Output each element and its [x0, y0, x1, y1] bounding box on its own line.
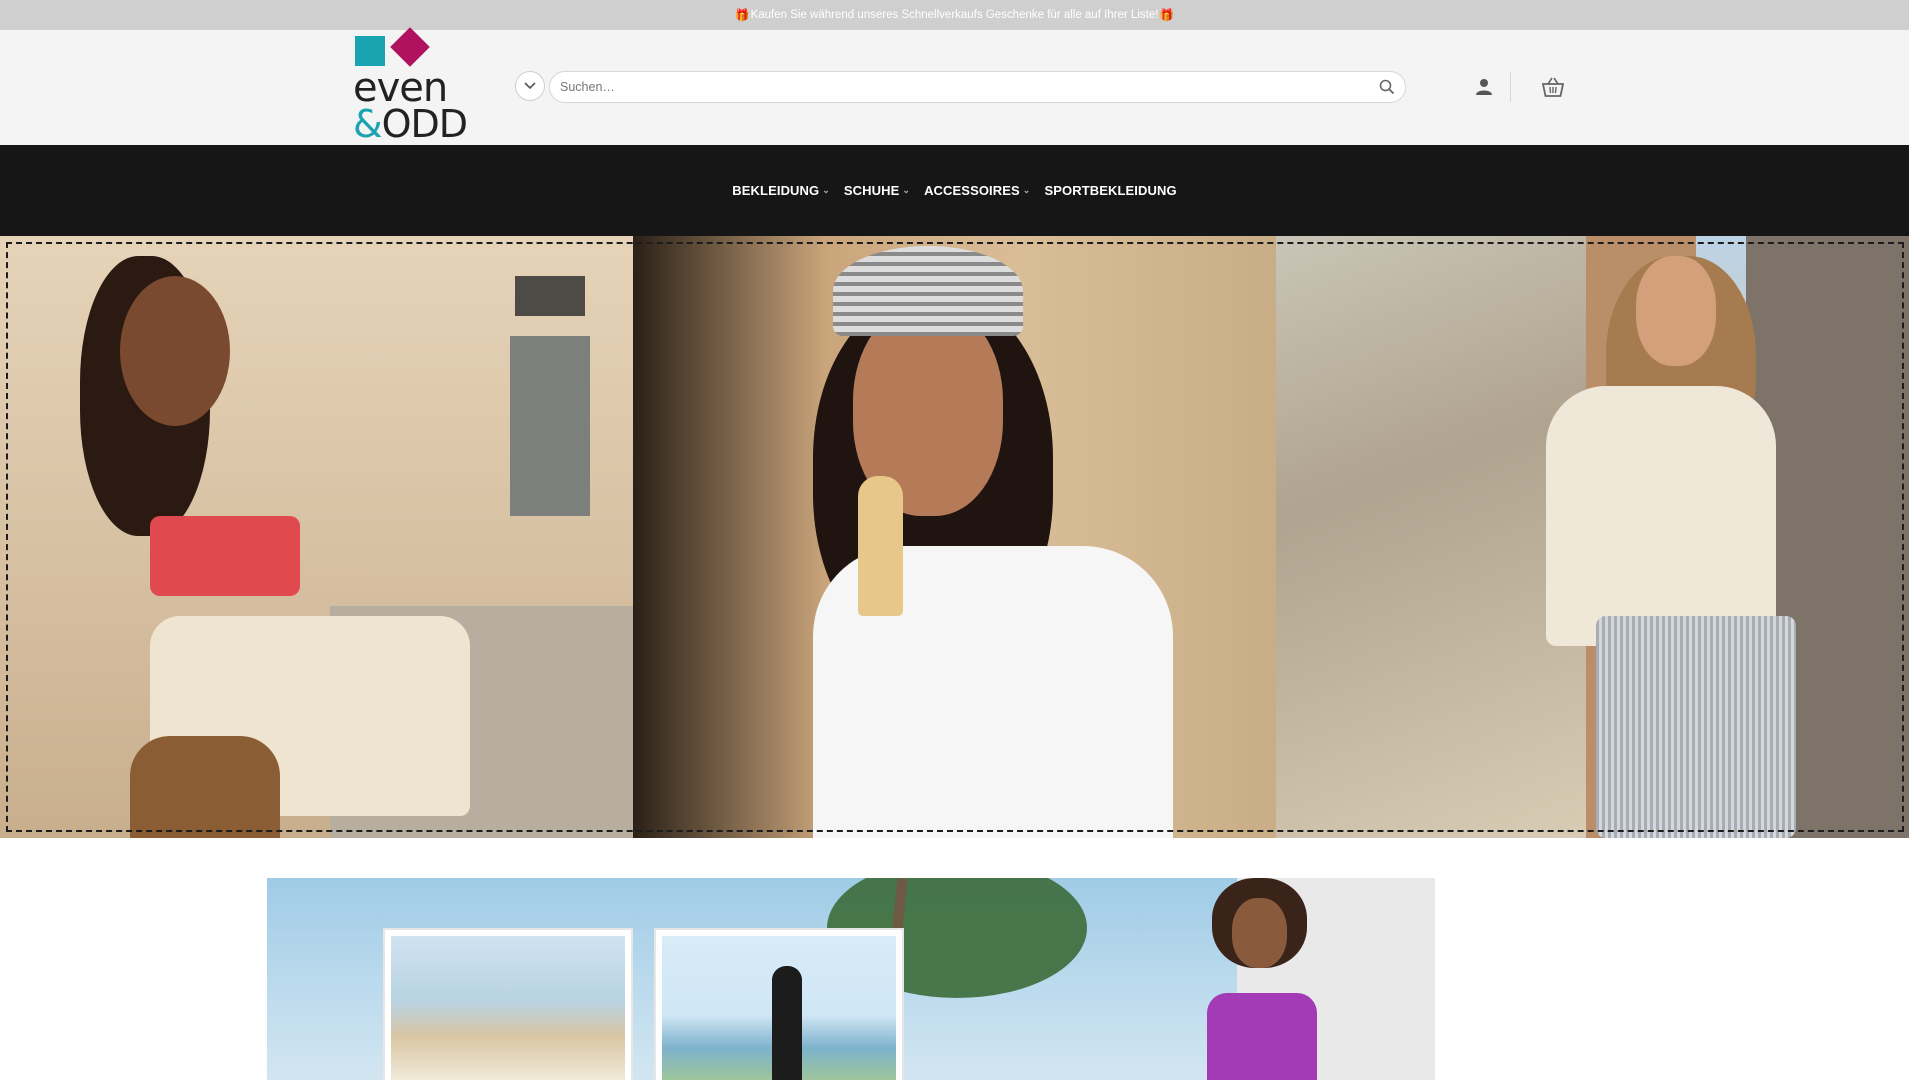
nav-item-accessoires[interactable]: ACCESSOIRES ⌄ — [924, 183, 1030, 198]
secondary-banner[interactable] — [267, 878, 1643, 1080]
hero-shape — [858, 476, 903, 616]
chevron-down-icon — [524, 82, 536, 90]
cart-button[interactable] — [1540, 75, 1566, 99]
banner-photo-card — [654, 928, 904, 1080]
chevron-down-icon: ⌄ — [1022, 185, 1031, 195]
header-divider — [1510, 72, 1511, 102]
hero-shape — [1596, 616, 1796, 838]
banner-shape — [772, 966, 802, 1080]
search-input[interactable] — [550, 72, 1369, 102]
promo-text: Kaufen Sie während unseres Schnellverkau… — [750, 9, 1159, 21]
gift-icon: 🎁 — [734, 8, 750, 22]
nav-item-bekleidung[interactable]: BEKLEIDUNG ⌄ — [732, 183, 830, 198]
page: 🎁 Kaufen Sie während unseres Schnellverk… — [0, 0, 1920, 1080]
nav-item-label: SPORTBEKLEIDUNG — [1044, 183, 1177, 198]
logo-word-odd: &ODD — [353, 102, 468, 146]
user-icon — [1476, 79, 1492, 95]
chevron-down-icon: ⌄ — [902, 185, 911, 195]
account-button[interactable] — [1474, 76, 1494, 98]
nav-item-label: BEKLEIDUNG — [732, 183, 820, 198]
hero-banner[interactable] — [0, 236, 1909, 838]
hero-shape — [510, 336, 590, 516]
search-bar — [549, 71, 1406, 103]
logo-square — [355, 36, 385, 66]
search-category-select[interactable] — [515, 71, 545, 101]
hero-shape — [833, 246, 1023, 336]
banner-photo — [662, 936, 896, 1080]
banner-shape — [1232, 898, 1287, 968]
chevron-down-icon: ⌄ — [822, 185, 830, 195]
hero-image-right — [1276, 236, 1909, 838]
nav-item-schuhe[interactable]: SCHUHE ⌄ — [844, 183, 910, 198]
search-button[interactable] — [1369, 72, 1405, 102]
hero-shape — [120, 276, 230, 426]
logo-odd-text: ODD — [381, 102, 468, 146]
gift-icon: 🎁 — [1159, 8, 1175, 22]
logo-ampersand: & — [353, 102, 383, 146]
logo-diamond — [390, 27, 430, 67]
hero-shape — [1636, 256, 1716, 366]
hero-shape — [1276, 236, 1586, 838]
hero-shape — [130, 736, 280, 838]
banner-model — [1177, 878, 1337, 1080]
hero-shape — [515, 276, 585, 316]
main-nav: BEKLEIDUNG ⌄ SCHUHE ⌄ ACCESSOIRES ⌄ SPOR… — [0, 145, 1909, 236]
basket-icon — [1541, 77, 1565, 97]
nav-item-sportbekleidung[interactable]: SPORTBEKLEIDUNG — [1044, 183, 1176, 198]
search-icon — [1379, 79, 1395, 95]
banner-shape — [1435, 878, 1643, 1080]
banner-photo — [391, 936, 625, 1080]
nav-item-label: SCHUHE — [843, 183, 900, 198]
site-header: even &ODD — [0, 27, 1909, 146]
site-logo[interactable]: even &ODD — [353, 27, 476, 146]
hero-image-center — [633, 236, 1276, 838]
hero-shape — [150, 516, 300, 596]
hero-image-left — [0, 236, 633, 838]
banner-photo-card — [383, 928, 633, 1080]
hero-shape — [1546, 386, 1776, 646]
nav-item-label: ACCESSOIRES — [924, 183, 1020, 198]
banner-shape — [1207, 993, 1317, 1080]
promo-bar[interactable]: 🎁 Kaufen Sie während unseres Schnellverk… — [0, 0, 1909, 30]
